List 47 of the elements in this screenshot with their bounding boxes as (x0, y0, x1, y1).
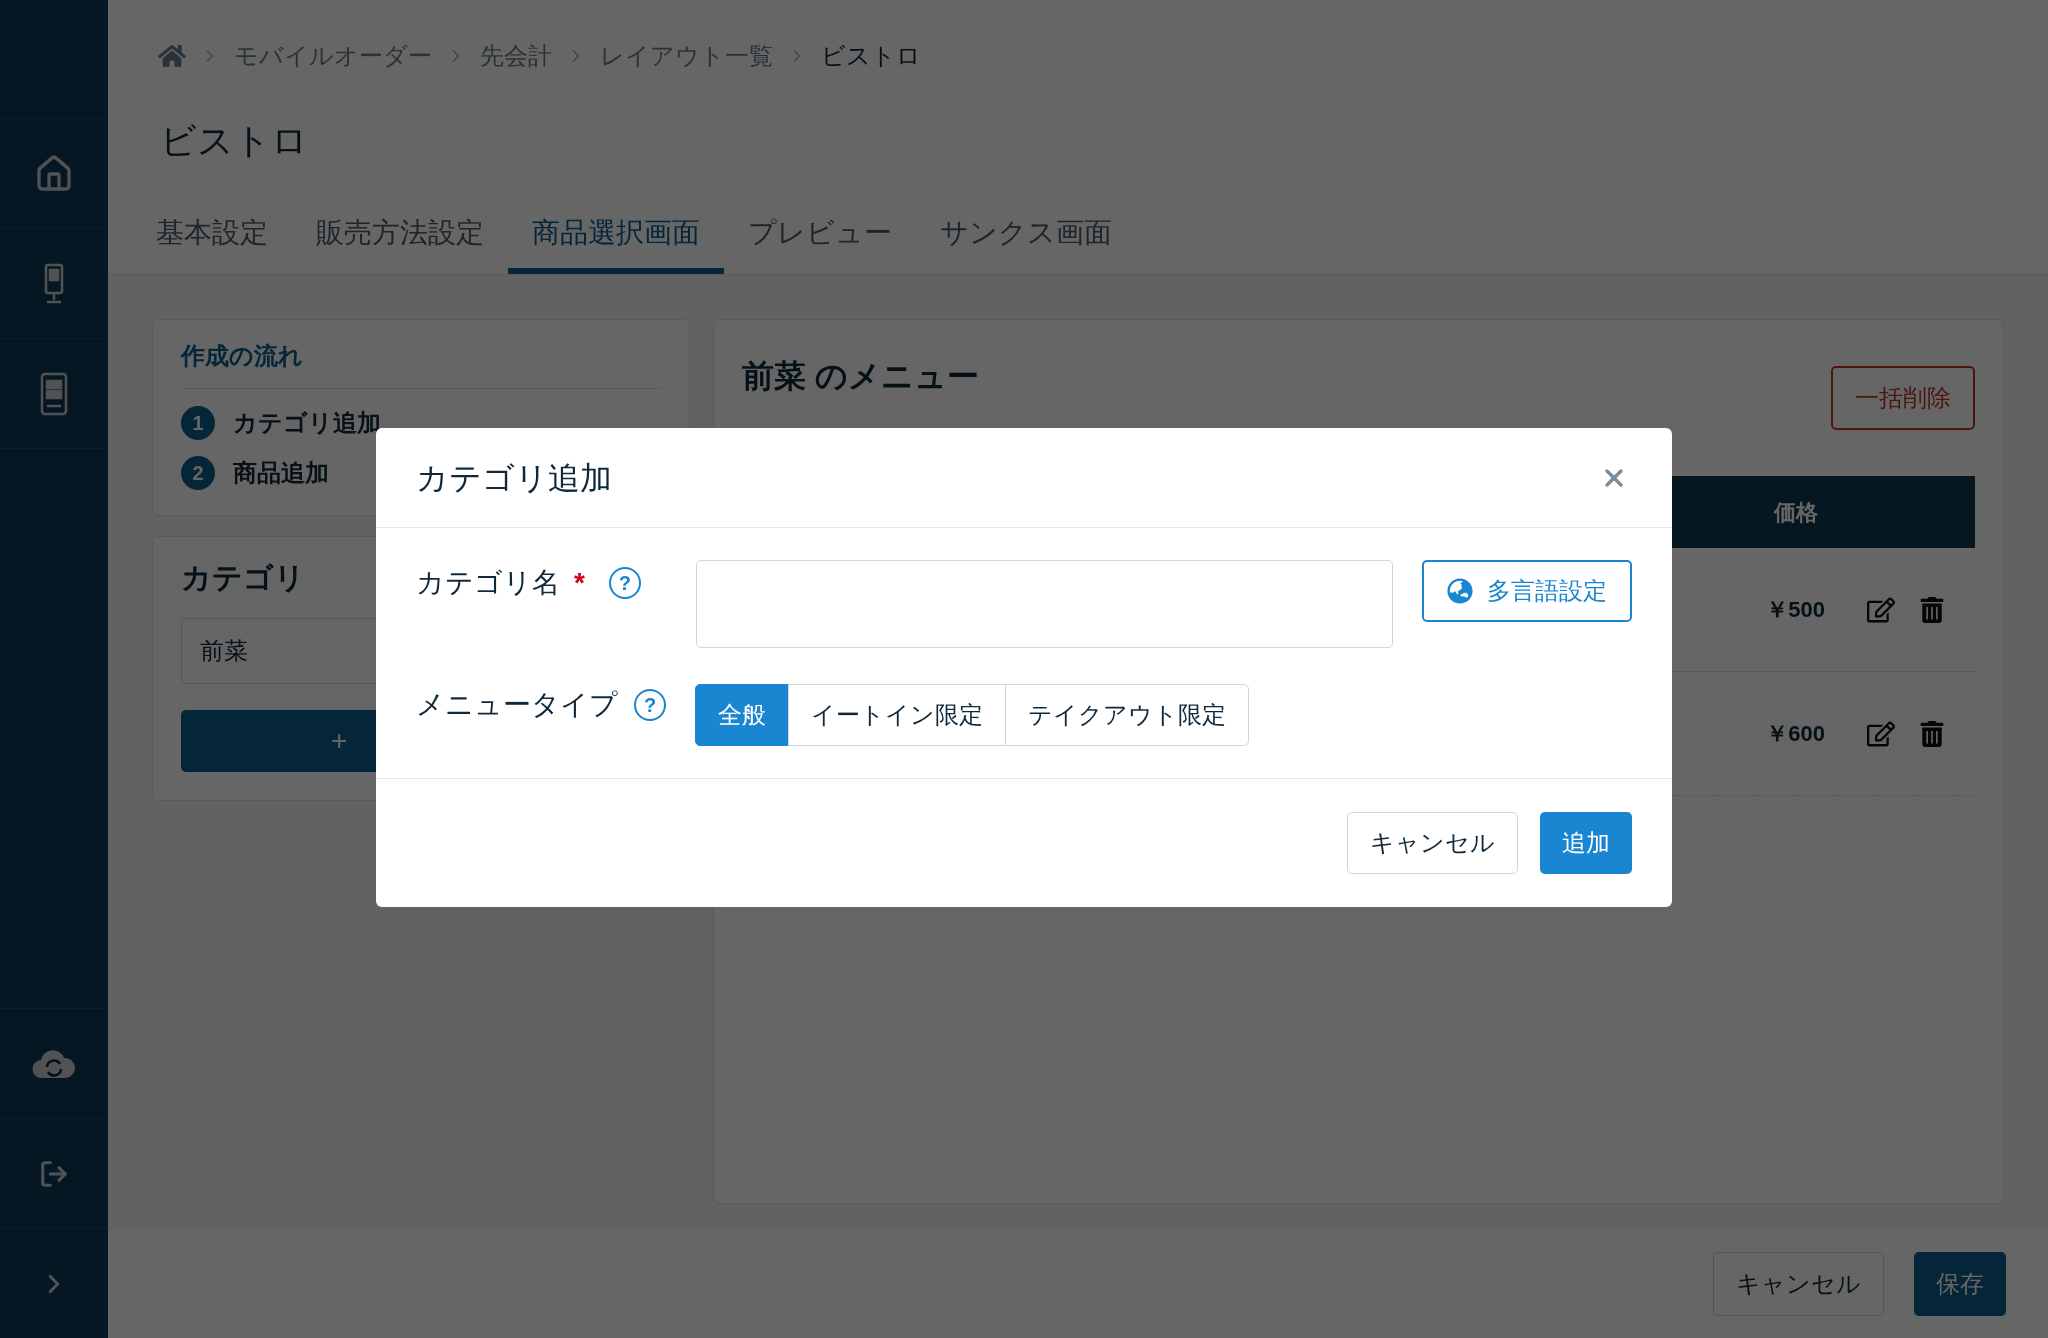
home-icon[interactable] (34, 153, 74, 194)
bulk-delete-button[interactable]: 一括削除 (1831, 366, 1975, 430)
trash-icon[interactable] (1919, 720, 1945, 747)
home-icon[interactable] (158, 42, 186, 70)
step-number: 2 (181, 456, 215, 490)
tab[interactable]: 販売方法設定 (292, 212, 508, 274)
tab[interactable]: 商品選択画面 (508, 212, 724, 274)
step-number: 1 (181, 406, 215, 440)
breadcrumb-link[interactable]: レイアウト一覧 (600, 38, 773, 74)
cancel-button[interactable]: キャンセル (1713, 1252, 1884, 1316)
breadcrumb-link[interactable]: モバイルオーダー (234, 38, 432, 74)
cloud-sync-icon[interactable] (32, 1048, 76, 1079)
column-header: 価格 (1774, 498, 1818, 527)
field-label: メニュータイプ (416, 688, 618, 722)
edit-icon[interactable] (1867, 595, 1895, 624)
dialog-title: カテゴリ追加 (416, 458, 612, 498)
edit-icon[interactable] (1867, 719, 1895, 748)
step-label: カテゴリ追加 (233, 408, 381, 438)
step-label: 商品追加 (233, 458, 329, 488)
page-title: ビストロ (159, 119, 309, 163)
segment-option[interactable]: イートイン限定 (788, 684, 1006, 746)
cancel-button[interactable]: キャンセル (1347, 812, 1518, 874)
category-title: カテゴリ (181, 560, 305, 596)
globe-icon (1447, 578, 1473, 604)
category-name-input[interactable] (696, 560, 1393, 648)
breadcrumb-link[interactable]: 先会計 (480, 38, 552, 74)
tab[interactable]: プレビュー (724, 212, 916, 274)
multilanguage-button[interactable]: 多言語設定 (1422, 560, 1632, 622)
segment-option[interactable]: テイクアウト限定 (1005, 684, 1249, 746)
breadcrumb-current: ビストロ (821, 41, 921, 71)
save-button[interactable]: 保存 (1914, 1252, 2006, 1316)
tab[interactable]: 基本設定 (132, 212, 292, 274)
kiosk-icon[interactable] (43, 262, 65, 305)
help-icon[interactable]: ? (634, 689, 666, 721)
help-icon[interactable]: ? (608, 567, 641, 599)
add-button[interactable]: 追加 (1540, 812, 1632, 874)
trash-icon[interactable] (1919, 596, 1945, 623)
logout-icon[interactable] (39, 1158, 69, 1189)
tab[interactable]: サンクス画面 (916, 212, 1136, 274)
field-label: カテゴリ名 (416, 566, 560, 600)
menu-title: 前菜 のメニュー (742, 357, 979, 396)
flow-title: 作成の流れ (181, 338, 661, 389)
price-cell-text: ￥600 (1766, 720, 1825, 748)
required-mark: * (574, 566, 585, 600)
price-cell-text: ￥500 (1766, 596, 1825, 624)
segment-option[interactable]: 全般 (695, 684, 789, 746)
tablet-icon[interactable] (40, 371, 68, 416)
